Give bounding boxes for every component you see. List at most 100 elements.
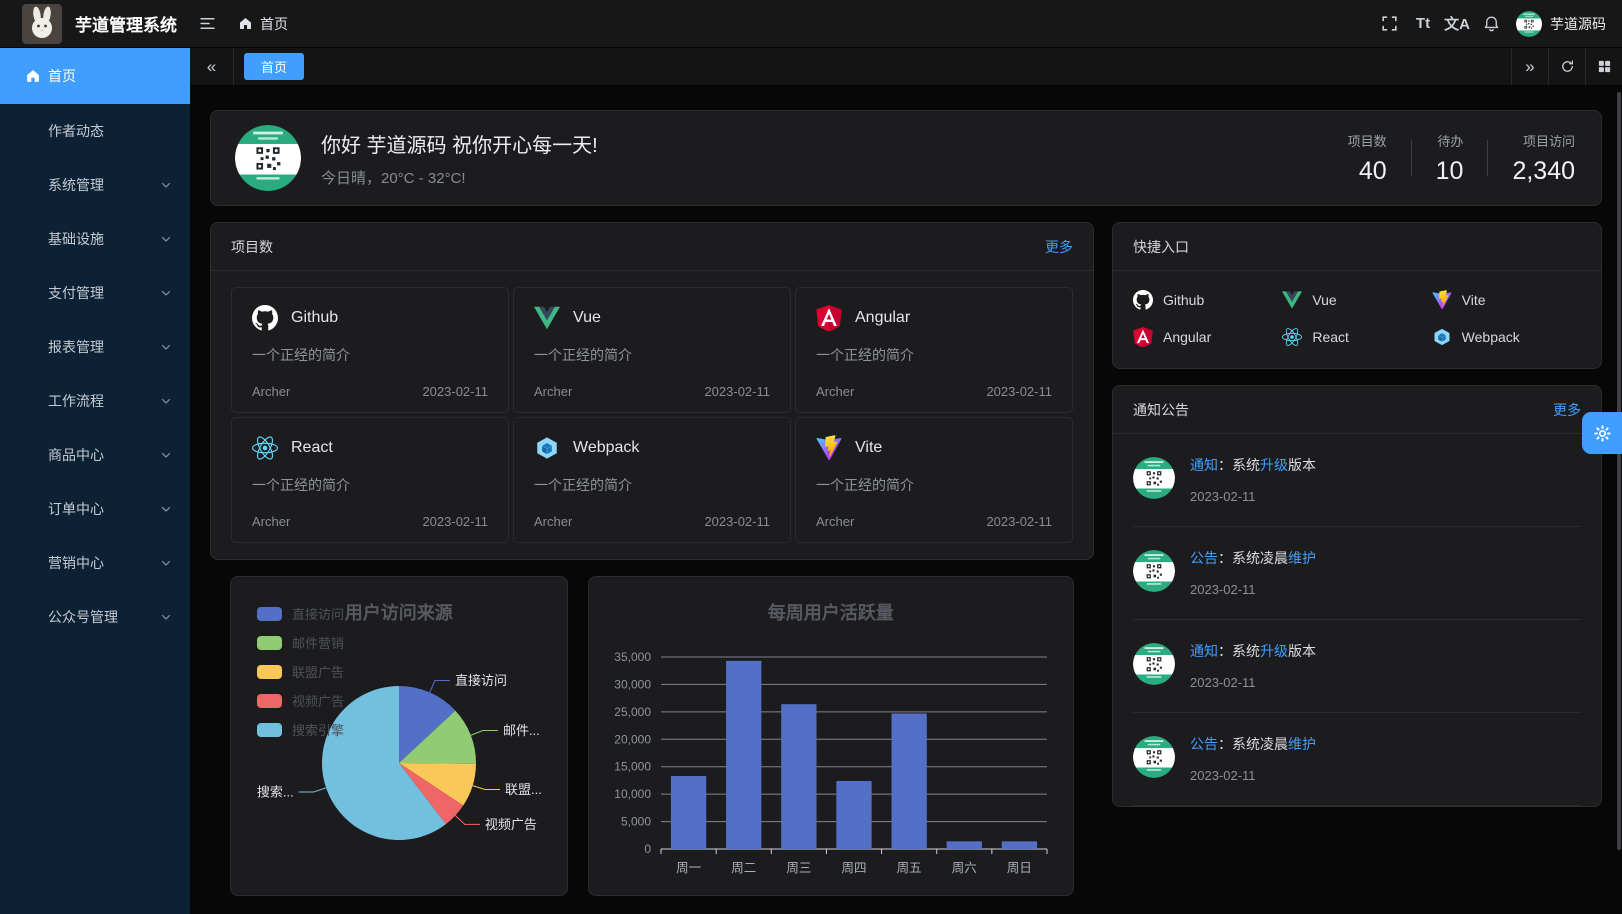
legend-item-联盟广告[interactable]: 联盟广告 (257, 662, 344, 681)
sidebar-item-营销中心[interactable]: 营销中心 (0, 536, 190, 590)
shortcut-angular[interactable]: Angular (1133, 327, 1282, 347)
pie-label-line (430, 681, 450, 693)
y-axis-tick-label: 5,000 (621, 815, 651, 829)
project-date: 2023-02-11 (422, 514, 488, 529)
notices-more-link[interactable]: 更多 (1553, 400, 1581, 420)
project-date: 2023-02-11 (422, 384, 488, 399)
project-card-vite[interactable]: Vite一个正经的简介Archer2023-02-11 (795, 417, 1073, 543)
refresh-tab-button[interactable] (1548, 48, 1585, 85)
shortcut-vite[interactable]: Vite (1432, 290, 1581, 310)
project-name: Angular (855, 309, 910, 327)
notice-title[interactable]: 公告：系统凌晨维护 (1190, 550, 1316, 567)
notice-title[interactable]: 公告：系统凌晨维护 (1190, 736, 1316, 753)
shortcuts-title: 快捷入口 (1133, 237, 1189, 257)
sidebar-item-商品中心[interactable]: 商品中心 (0, 428, 190, 482)
legend-swatch (257, 607, 282, 621)
tabs-scroll-left-button[interactable]: « (190, 48, 234, 85)
project-card-angular[interactable]: Angular一个正经的简介Archer2023-02-11 (795, 287, 1073, 413)
project-footer: Archer2023-02-11 (534, 514, 770, 529)
github-icon (252, 305, 278, 331)
notice-date: 2023-02-11 (1190, 768, 1316, 783)
logo-area[interactable]: 芋道管理系统 (0, 4, 190, 44)
project-card-header: Vite (816, 435, 1052, 461)
sidebar-item-作者动态[interactable]: 作者动态 (0, 104, 190, 158)
react-icon (1282, 327, 1302, 347)
sidebar-collapse-button[interactable] (190, 7, 224, 41)
legend-item-搜索引擎[interactable]: 搜索引擎 (257, 720, 344, 739)
project-description: 一个正经的简介 (252, 345, 488, 365)
breadcrumb[interactable]: 首页 (238, 14, 288, 34)
project-card-header: Webpack (534, 435, 770, 461)
angular-icon (1133, 327, 1153, 347)
notice-text: 版本 (1288, 457, 1316, 473)
welcome-banner: 你好 芋道源码 祝你开心每一天! 今日晴，20°C - 32°C! 项目数 40… (210, 110, 1602, 206)
notice-text: ：系统凌晨 (1218, 736, 1288, 752)
fullscreen-button[interactable] (1372, 7, 1406, 41)
notice-title[interactable]: 通知：系统升级版本 (1190, 643, 1316, 660)
y-axis-tick-label: 15,000 (614, 760, 651, 774)
tab-options-button[interactable] (1585, 48, 1622, 85)
project-description: 一个正经的简介 (252, 475, 488, 495)
sidebar-item-首页[interactable]: 首页 (0, 48, 190, 104)
projects-more-link[interactable]: 更多 (1045, 237, 1073, 257)
theme-settings-button[interactable] (1582, 412, 1622, 454)
user-menu[interactable]: 芋道源码 (1516, 11, 1606, 37)
tab-home[interactable]: 首页 (244, 53, 304, 80)
project-date: 2023-02-11 (704, 514, 770, 529)
shortcut-label: Github (1163, 292, 1204, 308)
project-card-webpack[interactable]: Webpack一个正经的简介Archer2023-02-11 (513, 417, 791, 543)
pie-label: 直接访问 (455, 673, 507, 688)
sidebar-item-报表管理[interactable]: 报表管理 (0, 320, 190, 374)
notice-keyword: 公告 (1190, 736, 1218, 752)
shortcut-webpack[interactable]: Webpack (1432, 327, 1581, 347)
welcome-greeting: 你好 芋道源码 祝你开心每一天! (321, 129, 1304, 158)
grid-icon (1597, 59, 1612, 74)
sidebar-item-订单中心[interactable]: 订单中心 (0, 482, 190, 536)
notice-text: 版本 (1288, 643, 1316, 659)
sidebar-item-label: 支付管理 (48, 283, 104, 303)
project-name: React (291, 439, 333, 457)
github-icon (1133, 290, 1153, 310)
sidebar-item-支付管理[interactable]: 支付管理 (0, 266, 190, 320)
notice-item: 公告：系统凌晨维护 2023-02-11 (1133, 713, 1581, 806)
project-card-vue[interactable]: Vue一个正经的简介Archer2023-02-11 (513, 287, 791, 413)
chev-down-icon (160, 341, 172, 353)
legend-item-直接访问[interactable]: 直接访问 (257, 604, 344, 623)
sidebar-item-基础设施[interactable]: 基础设施 (0, 212, 190, 266)
shortcut-react[interactable]: React (1282, 327, 1431, 347)
project-card-react[interactable]: React一个正经的简介Archer2023-02-11 (231, 417, 509, 543)
notice-item: 通知：系统升级版本2023-02-11 (1133, 434, 1581, 527)
app-root: 芋道管理系统 首页 Tt 文A 芋道源码 首页作者动态系统管理基础设施支付管理报… (0, 0, 1622, 914)
shortcut-label: React (1312, 329, 1349, 345)
project-footer: Archer2023-02-11 (816, 384, 1052, 399)
font-size-button[interactable]: Tt (1406, 7, 1440, 41)
project-name: Github (291, 309, 338, 327)
legend-item-邮件营销[interactable]: 邮件营销 (257, 633, 344, 652)
notice-body: 公告：系统凌晨维护 2023-02-11 (1190, 550, 1316, 597)
page-scrollbar[interactable] (1617, 92, 1621, 850)
sidebar-item-label: 公众号管理 (48, 607, 118, 627)
webpack-icon (534, 435, 560, 461)
project-description: 一个正经的简介 (534, 345, 770, 365)
chev-down-icon (160, 503, 172, 515)
notice-keyword: 通知 (1190, 643, 1218, 659)
shortcut-github[interactable]: Github (1133, 290, 1282, 310)
notification-button[interactable] (1474, 7, 1508, 41)
tabs-scroll-right-button[interactable]: » (1511, 48, 1548, 85)
notice-date: 2023-02-11 (1190, 582, 1316, 597)
language-button[interactable]: 文A (1440, 7, 1474, 41)
legend-item-视频广告[interactable]: 视频广告 (257, 691, 344, 710)
sidebar-item-工作流程[interactable]: 工作流程 (0, 374, 190, 428)
project-name: Vite (855, 439, 882, 457)
shortcut-vue[interactable]: Vue (1282, 290, 1431, 310)
sidebar-item-label: 营销中心 (48, 553, 104, 573)
pie-label-line (473, 786, 500, 790)
project-card-header: Vue (534, 305, 770, 331)
project-date: 2023-02-11 (704, 384, 770, 399)
sidebar-item-公众号管理[interactable]: 公众号管理 (0, 590, 190, 644)
sidebar-item-系统管理[interactable]: 系统管理 (0, 158, 190, 212)
notice-title[interactable]: 通知：系统升级版本 (1190, 457, 1316, 474)
sidebar-item-label: 工作流程 (48, 391, 104, 411)
chev-down-icon (160, 557, 172, 569)
project-card-github[interactable]: Github一个正经的简介Archer2023-02-11 (231, 287, 509, 413)
